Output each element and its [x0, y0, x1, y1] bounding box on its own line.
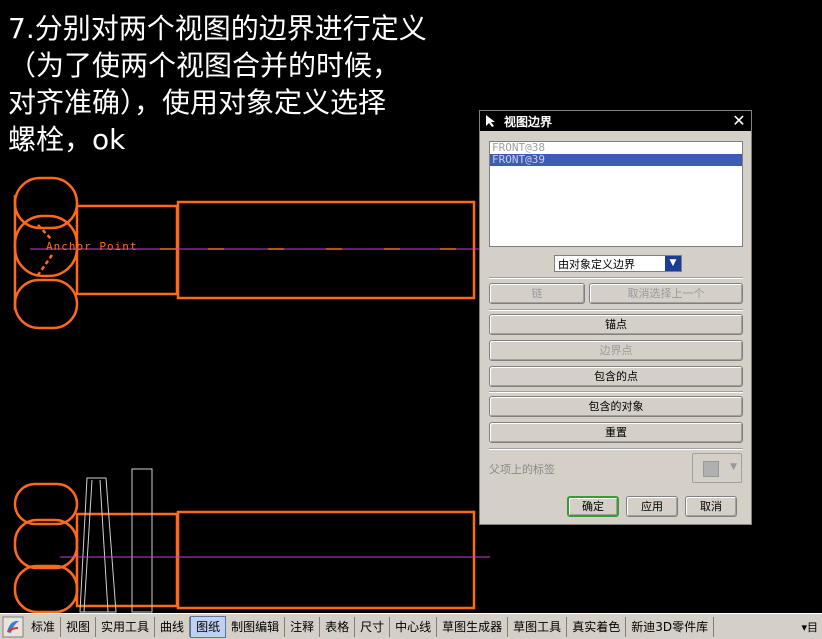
- divider: [489, 309, 743, 311]
- tab-drawing[interactable]: 图纸: [190, 615, 227, 638]
- tab-part-library[interactable]: 新迪3D零件库: [626, 616, 715, 637]
- dialog-titlebar[interactable]: 视图边界 ✕: [480, 111, 751, 131]
- boundary-mode-select[interactable]: 由对象定义边界 ▼: [554, 255, 682, 272]
- divider: [489, 448, 743, 450]
- chevron-down-icon[interactable]: ▼: [665, 256, 681, 271]
- head-lobe-top-2: [13, 482, 79, 526]
- head-lobe-mid-2: [13, 518, 79, 570]
- parent-label-text: 父项上的标签: [489, 463, 555, 476]
- label-style-button[interactable]: ▼: [692, 453, 742, 483]
- tab-true-shading[interactable]: 真实着色: [567, 616, 627, 637]
- tab-dimension[interactable]: 尺寸: [355, 616, 391, 637]
- apply-button[interactable]: 应用: [626, 496, 678, 517]
- top-bolt-view: [13, 176, 476, 330]
- divider: [489, 277, 743, 279]
- cancel-button[interactable]: 取消: [685, 496, 737, 517]
- tab-curve[interactable]: 曲线: [155, 616, 191, 637]
- tab-sketch-tools[interactable]: 草图工具: [508, 616, 568, 637]
- anchor-point-button[interactable]: 锚点: [489, 314, 743, 335]
- tab-view[interactable]: 视图: [61, 616, 97, 637]
- boundary-point-button[interactable]: 边界点: [489, 340, 743, 361]
- tab-standard[interactable]: 标准: [26, 616, 62, 637]
- chevron-down-icon: ▼: [730, 462, 737, 472]
- toolbar-options-icon[interactable]: ▾目: [797, 619, 822, 635]
- label-square-icon: [703, 461, 719, 477]
- cancel-last-selection-button[interactable]: 取消选择上一个: [589, 283, 743, 304]
- tab-table[interactable]: 表格: [320, 616, 356, 637]
- bolt-shank: [176, 200, 476, 300]
- divider: [489, 391, 743, 393]
- list-item-front39[interactable]: FRONT@39: [490, 154, 742, 166]
- bolt-shank-2: [176, 510, 476, 610]
- head-lobe-bottom-2: [13, 564, 79, 613]
- head-lobe-top: [13, 176, 79, 230]
- tab-annotation[interactable]: 注释: [285, 616, 321, 637]
- tab-drafting-edit[interactable]: 制图编辑: [226, 616, 286, 637]
- tab-sketch-generator[interactable]: 草图生成器: [437, 616, 509, 637]
- view-list[interactable]: FRONT@38 FRONT@39: [489, 141, 743, 247]
- start-logo-icon[interactable]: [2, 616, 24, 638]
- tab-utility[interactable]: 实用工具: [96, 616, 156, 637]
- head-lobe-bottom: [13, 278, 79, 330]
- dialog-title: 视图边界: [504, 114, 553, 129]
- view-boundary-dialog: 视图边界 ✕ FRONT@38 FRONT@39 由对象定义边界 ▼ 链 取消选…: [479, 110, 752, 525]
- bottom-toolbar: 标准 视图 实用工具 曲线 图纸 制图编辑 注释 表格 尺寸 中心线 草图生成器…: [0, 613, 822, 639]
- reset-button[interactable]: 重置: [489, 422, 743, 443]
- anchor-point-label: Anchor Point: [46, 240, 137, 253]
- included-points-button[interactable]: 包含的点: [489, 366, 743, 387]
- ok-button[interactable]: 确定: [567, 496, 619, 517]
- included-objects-button[interactable]: 包含的对象: [489, 396, 743, 417]
- tab-centerline[interactable]: 中心线: [390, 616, 438, 637]
- close-icon[interactable]: ✕: [731, 113, 747, 129]
- bottom-bolt-view: [13, 482, 476, 613]
- boundary-mode-value: 由对象定义边界: [558, 257, 635, 271]
- washer-plates: [79, 468, 153, 613]
- bolt-neck-2: [75, 512, 179, 608]
- pointer-icon: [486, 115, 495, 127]
- chain-button[interactable]: 链: [489, 283, 585, 304]
